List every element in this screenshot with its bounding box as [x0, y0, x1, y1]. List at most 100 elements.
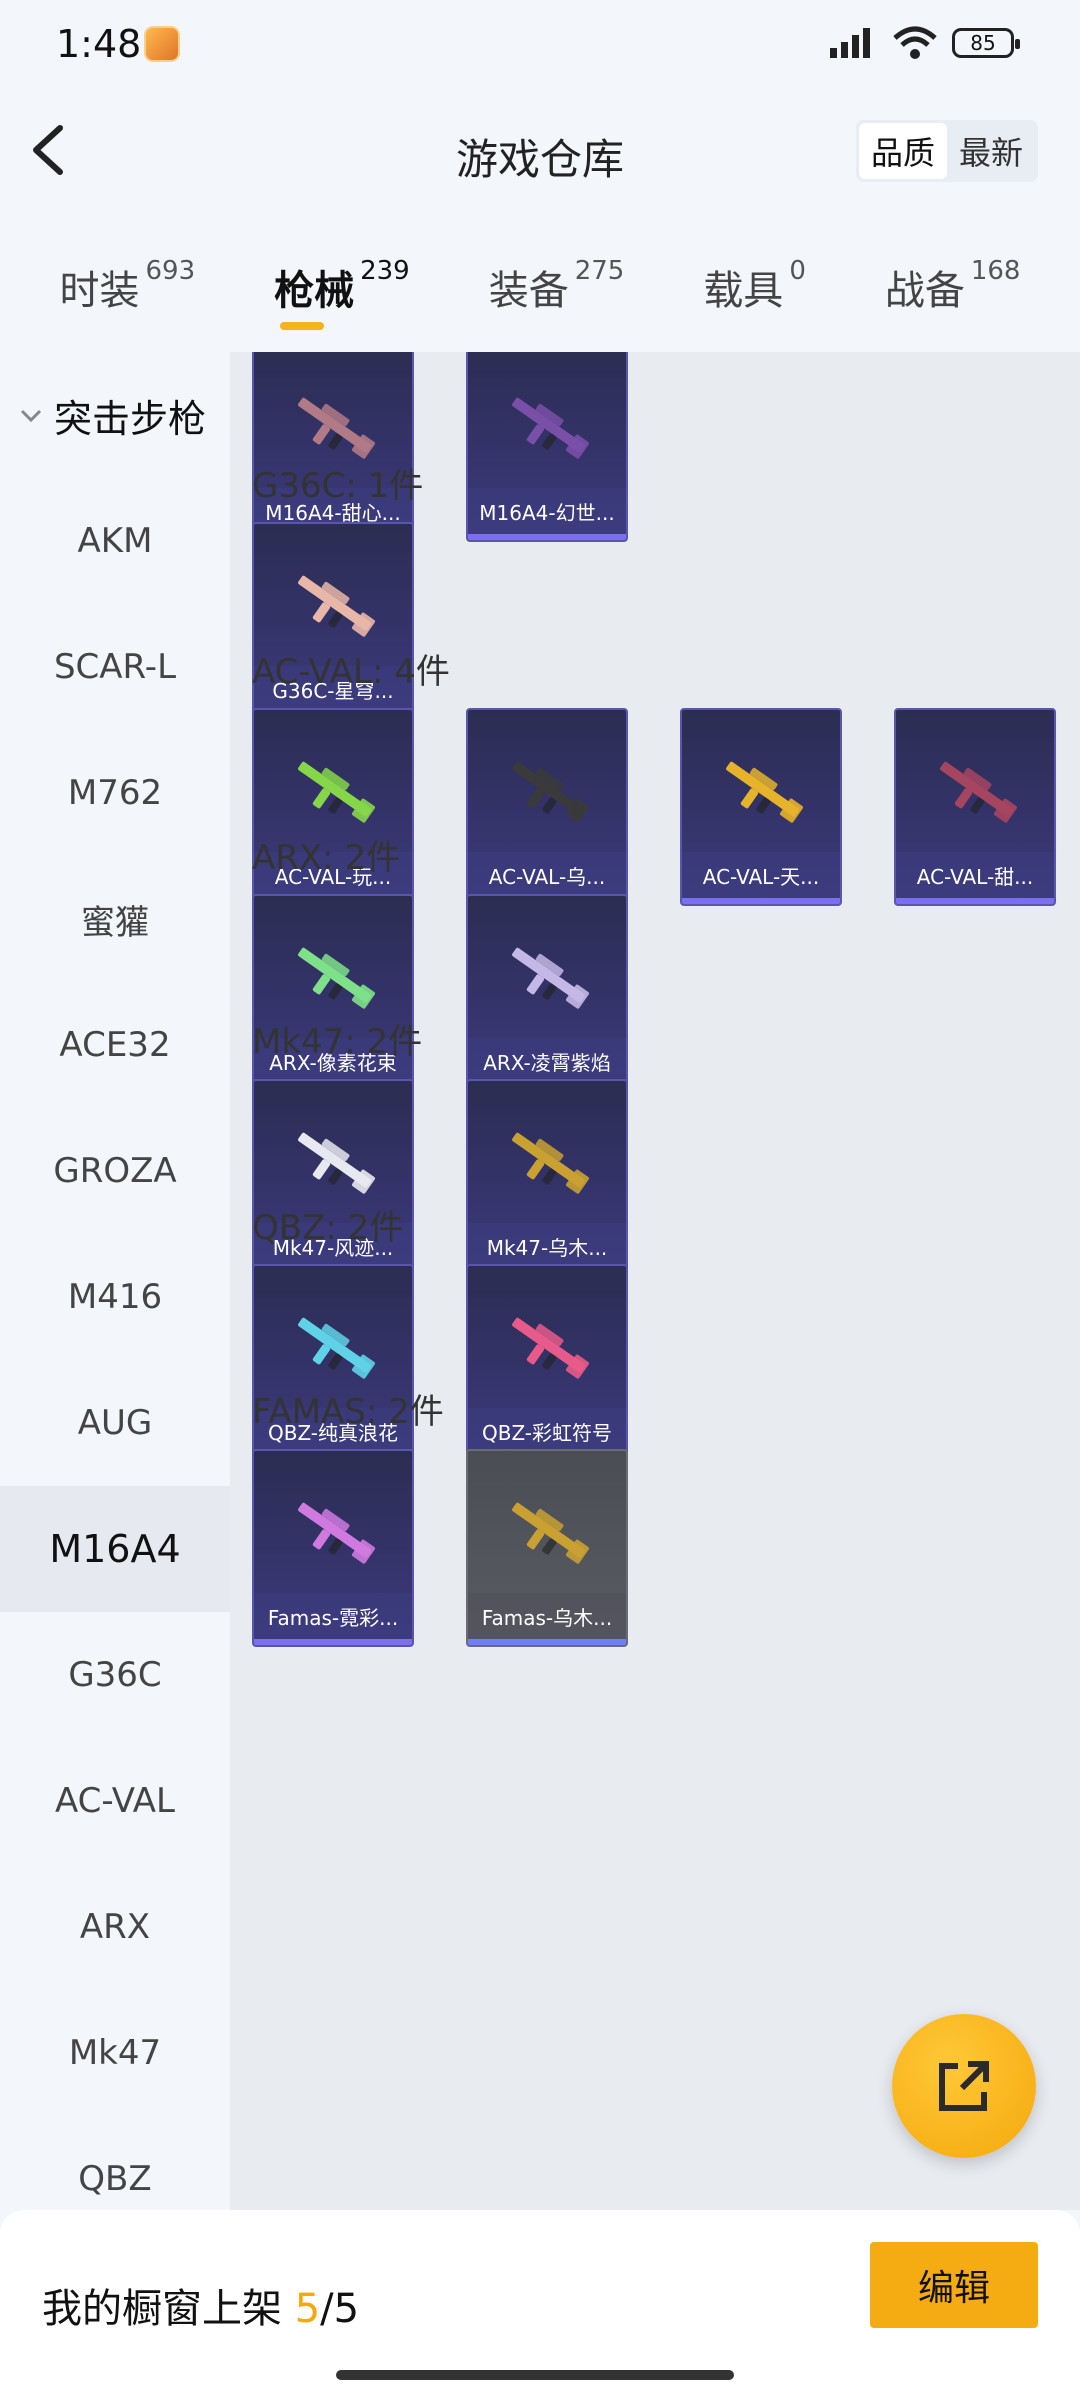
rifle-icon: [298, 1317, 375, 1379]
sidebar-item[interactable]: ACE32: [0, 982, 230, 1108]
home-indicator: [336, 2370, 734, 2380]
rifle-icon: [298, 1502, 375, 1564]
sidebar-item[interactable]: ARX: [0, 1864, 230, 1990]
status-indicators: 85: [828, 26, 1020, 60]
edit-button[interactable]: 编辑: [870, 2242, 1038, 2328]
rarity-bar: [468, 1639, 626, 1645]
sidebar-item[interactable]: M16A4: [0, 1486, 230, 1612]
sidebar-item[interactable]: AC-VAL: [0, 1738, 230, 1864]
rifle-icon: [512, 947, 589, 1009]
sidebar-item[interactable]: G36C: [0, 1612, 230, 1738]
group-title: ARX: 2件: [252, 838, 401, 878]
chevron-down-icon: [20, 409, 42, 423]
sidebar-list: AKM SCAR-L M762 蜜獾 ACE32 GROZA M416 AUG M16A4 G36…: [0, 478, 230, 2210]
battery-icon: 85: [952, 28, 1020, 58]
rifle-icon: [940, 761, 1017, 823]
status-bar: 1:48 85: [0, 0, 1080, 90]
weapon-sidebar: 突击步枪 AKM SCAR-L M762 蜜獾 ACE32 GROZA M416 AUG M16…: [0, 352, 230, 2210]
rifle-icon: [512, 761, 589, 823]
weapon-card[interactable]: Famas-霓彩...: [252, 1449, 414, 1647]
weapon-card[interactable]: AC-VAL-乌...: [466, 708, 628, 906]
sidebar-item[interactable]: AKM: [0, 478, 230, 604]
weapon-card-label: AC-VAL-天...: [682, 852, 840, 898]
tab-firearms[interactable]: 枪械 239: [274, 240, 410, 340]
active-tab-indicator: [279, 322, 324, 330]
weapon-card[interactable]: ARX-凌霄紫焰: [466, 894, 628, 1092]
sidebar-item[interactable]: M416: [0, 1234, 230, 1360]
rifle-icon: [298, 947, 375, 1009]
weapon-card[interactable]: Mk47-乌木...: [466, 1079, 628, 1277]
group-title: Mk47: 2件: [252, 1022, 423, 1062]
rifle-icon: [512, 397, 589, 459]
rarity-bar: [254, 1639, 412, 1645]
weapon-card-label: ARX-凌霄紫焰: [468, 1038, 626, 1084]
weapon-card-label: AC-VAL-甜...: [896, 852, 1054, 898]
weapon-card-label: Famas-乌木...: [468, 1593, 626, 1639]
battery-level: 85: [970, 31, 996, 55]
rarity-bar: [682, 898, 840, 904]
sidebar-category-label: 突击步枪: [54, 396, 207, 441]
shelf-status: 我的橱窗上架 5/5: [42, 2276, 359, 2334]
weapon-card[interactable]: AC-VAL-甜...: [894, 708, 1056, 906]
rifle-icon: [512, 1132, 589, 1194]
status-time: 1:48: [56, 22, 142, 66]
sidebar-item[interactable]: AUG: [0, 1360, 230, 1486]
bottom-bar: 我的橱窗上架 5/5 编辑: [0, 2210, 1080, 2400]
weapon-card-label: AC-VAL-乌...: [468, 852, 626, 898]
sort-toggle: 品质 最新: [856, 120, 1038, 182]
rifle-icon: [512, 1317, 589, 1379]
tab-fashion[interactable]: 时装 693: [59, 240, 195, 340]
weapon-card-label: Famas-霓彩...: [254, 1593, 412, 1639]
rifle-icon: [512, 1502, 589, 1564]
rifle-icon: [726, 761, 803, 823]
shelf-current-count: 5: [294, 2286, 321, 2332]
weapon-card-label: QBZ-彩虹符号: [468, 1408, 626, 1454]
tab-label: 枪械: [274, 268, 355, 314]
app-header: 游戏仓库 品质 最新: [0, 90, 1080, 210]
sidebar-item[interactable]: Mk47: [0, 1990, 230, 2116]
tab-count: 693: [145, 256, 196, 286]
shelf-label: 我的橱窗上架: [42, 2286, 282, 2332]
weapon-card[interactable]: QBZ-彩虹符号: [466, 1264, 628, 1462]
share-icon: [939, 2061, 989, 2111]
sidebar-category-header[interactable]: 突击步枪: [0, 352, 230, 478]
rifle-icon: [298, 761, 375, 823]
tab-equipment[interactable]: 装备 275: [489, 240, 625, 340]
weapon-card-label: M16A4-幻世...: [468, 488, 626, 534]
weapon-card[interactable]: Famas-乌木...: [466, 1449, 628, 1647]
weapon-card-label: Mk47-乌木...: [468, 1223, 626, 1269]
rifle-icon: [298, 1132, 375, 1194]
app-notification-icon: [144, 26, 180, 62]
weapon-card[interactable]: AC-VAL-天...: [680, 708, 842, 906]
tab-count: 0: [789, 256, 806, 286]
sidebar-item[interactable]: 蜜獾: [0, 856, 230, 982]
tab-label: 装备: [488, 268, 569, 314]
sort-quality-button[interactable]: 品质: [859, 123, 947, 179]
group-title: G36C: 1件: [252, 466, 424, 506]
sidebar-item[interactable]: QBZ: [0, 2116, 230, 2210]
category-tabs: 时装 693 枪械 239 装备 275 载具 0 战备 168: [0, 240, 1080, 340]
tab-vehicles[interactable]: 载具 0: [703, 240, 806, 340]
signal-icon: [830, 28, 870, 58]
sidebar-item[interactable]: SCAR-L: [0, 604, 230, 730]
wifi-icon: [893, 26, 937, 59]
group-title: QBZ: 2件: [252, 1208, 404, 1248]
share-button[interactable]: [892, 2014, 1036, 2158]
group-title: FAMAS: 2件: [252, 1392, 444, 1432]
tab-count: 239: [360, 256, 410, 286]
shelf-total-count: /5: [320, 2286, 360, 2332]
weapon-card[interactable]: M16A4-幻世...: [466, 352, 628, 542]
group-title: AC-VAL: 4件: [252, 652, 450, 692]
tab-label: 载具: [703, 268, 784, 314]
tab-label: 战备: [884, 268, 965, 314]
tab-label: 时装: [59, 268, 140, 314]
sidebar-item[interactable]: M762: [0, 730, 230, 856]
tab-gear[interactable]: 战备 168: [885, 240, 1021, 340]
rifle-icon: [298, 575, 375, 637]
sidebar-item[interactable]: GROZA: [0, 1108, 230, 1234]
sort-latest-button[interactable]: 最新: [947, 123, 1035, 179]
rarity-bar: [468, 534, 626, 540]
rarity-bar: [896, 898, 1054, 904]
weapon-card[interactable]: M16A4-甜心...: [252, 352, 414, 542]
tab-count: 275: [574, 256, 625, 286]
